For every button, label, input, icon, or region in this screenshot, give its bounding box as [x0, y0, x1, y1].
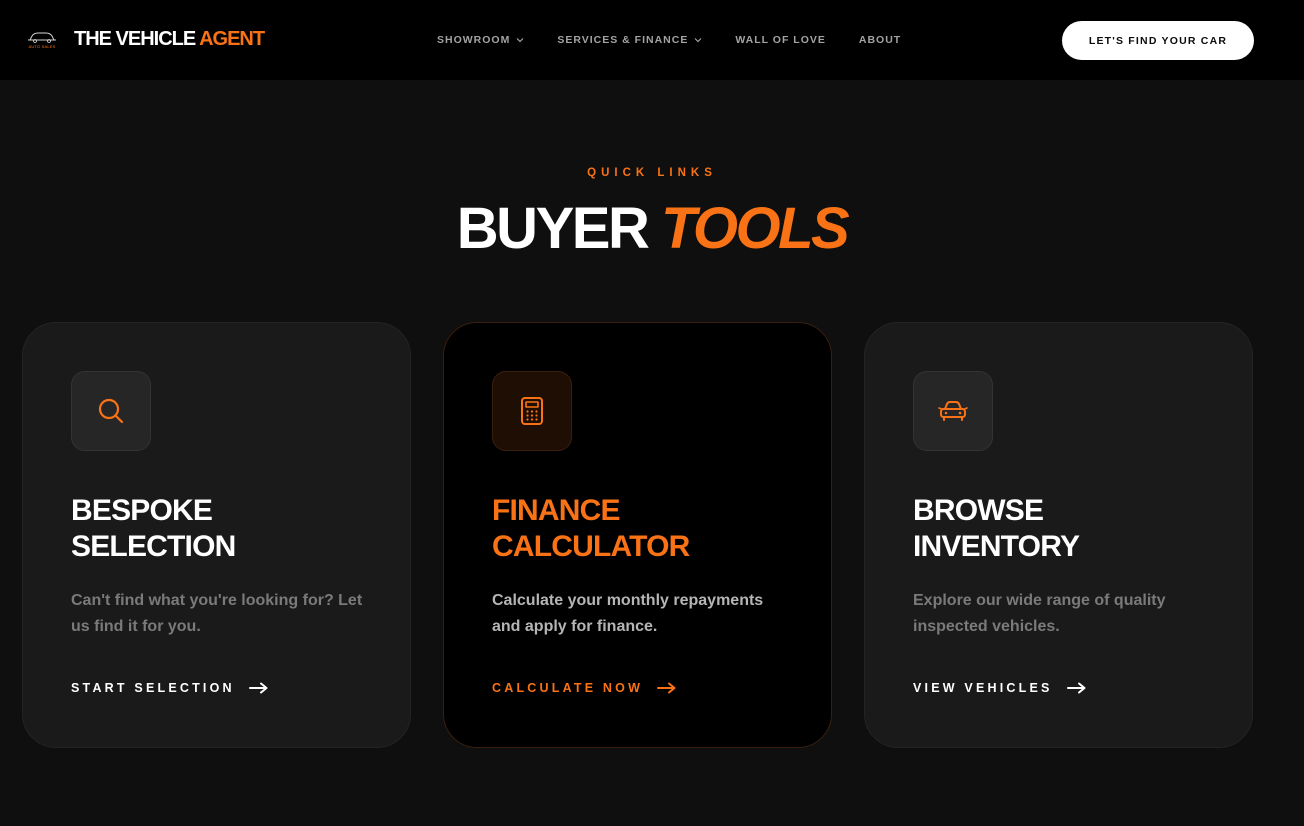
section-eyebrow: QUICK LINKS [587, 167, 717, 179]
nav-item-wall-of-love[interactable]: WALL OF LOVE [735, 33, 826, 47]
card-description: Explore our wide range of quality inspec… [913, 592, 1166, 635]
card-title-line: FINANCE [492, 494, 621, 527]
car-outline-icon [28, 32, 56, 43]
find-your-car-button[interactable]: LET'S FIND YOUR CAR [1062, 21, 1254, 60]
card-description: Can't find what you're looking for? Let … [71, 592, 363, 635]
arrow-right-icon [1066, 682, 1087, 694]
view-vehicles-link[interactable]: VIEW VEHICLES [913, 680, 1087, 696]
card-icon-box [913, 371, 993, 451]
brand-name-main: THE VEHICLE [74, 28, 200, 50]
card-finance-calculator[interactable]: FINANCE CALCULATOR Calculate your monthl… [443, 322, 832, 748]
card-link-label: START SELECTION [71, 681, 235, 695]
nav-item-label: SERVICES & FINANCE [557, 34, 689, 46]
brand-logo-text: AUTO SALES [28, 43, 56, 49]
brand-name: THE VEHICLE AGENT [74, 27, 265, 51]
card-icon-box [492, 371, 572, 451]
main-nav: SHOWROOM SERVICES & FINANCE WALL OF LOVE… [437, 33, 901, 47]
calculate-now-link[interactable]: CALCULATE NOW [492, 680, 677, 696]
section-title-accent: TOOLS [660, 196, 850, 261]
nav-item-label: SHOWROOM [437, 34, 511, 46]
site-header: AUTO SALES THE VEHICLE AGENT SHOWROOM SE… [0, 0, 1304, 80]
chevron-down-icon [516, 37, 524, 43]
card-title-line: CALCULATOR [492, 530, 690, 563]
arrow-right-icon [248, 682, 269, 694]
car-icon [938, 401, 968, 421]
brand-name-accent: AGENT [199, 28, 265, 50]
section-title-main: BUYER [456, 196, 661, 261]
nav-item-label: WALL OF LOVE [735, 34, 826, 46]
search-icon [98, 398, 124, 424]
card-browse-inventory[interactable]: BROWSE INVENTORY Explore our wide range … [864, 322, 1253, 748]
card-title-line: BROWSE [913, 494, 1044, 527]
nav-item-showroom[interactable]: SHOWROOM [437, 33, 524, 47]
card-title: BESPOKE SELECTION [71, 493, 391, 565]
nav-item-services-finance[interactable]: SERVICES & FINANCE [557, 33, 702, 47]
card-title: FINANCE CALCULATOR [492, 493, 812, 565]
brand-logo: AUTO SALES [26, 27, 58, 51]
card-link-label: CALCULATE NOW [492, 681, 644, 695]
card-title: BROWSE INVENTORY [913, 493, 1233, 565]
card-title-line: SELECTION [71, 530, 236, 563]
card-description: Calculate your monthly repayments and ap… [492, 592, 764, 635]
brand[interactable]: AUTO SALES THE VEHICLE AGENT [26, 27, 265, 51]
card-icon-box [71, 371, 151, 451]
section-title: BUYER TOOLS [0, 196, 1304, 262]
card-title-line: INVENTORY [913, 530, 1080, 563]
arrow-right-icon [657, 682, 677, 694]
card-title-line: BESPOKE [71, 494, 213, 527]
card-link-label: VIEW VEHICLES [913, 681, 1053, 695]
calculator-icon [521, 397, 543, 425]
chevron-down-icon [694, 37, 702, 43]
nav-item-label: ABOUT [858, 34, 902, 46]
nav-item-about[interactable]: ABOUT [859, 33, 901, 47]
start-selection-link[interactable]: START SELECTION [71, 680, 269, 696]
card-bespoke-selection[interactable]: BESPOKE SELECTION Can't find what you're… [22, 322, 411, 748]
